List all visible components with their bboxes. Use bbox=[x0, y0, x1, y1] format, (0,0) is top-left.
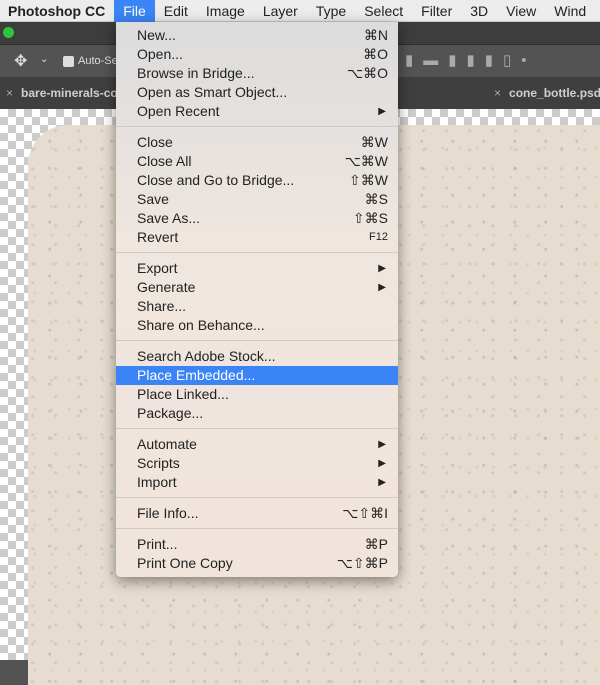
submenu-arrow-icon: ▶ bbox=[378, 282, 386, 293]
shortcut: ⌥⌘W bbox=[344, 153, 388, 169]
document-tab[interactable]: × bare-minerals-co bbox=[0, 77, 119, 109]
menu-bar: Photoshop CC File Edit Image Layer Type Selec… bbox=[0, 0, 600, 22]
auto-select-checkbox[interactable] bbox=[63, 56, 74, 67]
menu-item-label: Import bbox=[137, 474, 177, 490]
menu-item-open-recent[interactable]: Open Recent ▶ bbox=[116, 102, 398, 121]
shortcut: ⌘N bbox=[363, 27, 388, 43]
menu-item-scripts[interactable]: Scripts ▶ bbox=[116, 454, 398, 473]
menu-item-share-on-behance[interactable]: Share on Behance... bbox=[116, 316, 398, 335]
menu-item-export[interactable]: Export ▶ bbox=[116, 259, 398, 278]
menu-item-open-as-smart-object[interactable]: Open as Smart Object... bbox=[116, 83, 398, 102]
menu-layer[interactable]: Layer bbox=[254, 0, 307, 22]
menu-item-close[interactable]: Close ⌘W bbox=[116, 133, 398, 152]
menu-item-label: Search Adobe Stock... bbox=[137, 348, 276, 364]
menu-item-package[interactable]: Package... bbox=[116, 404, 398, 423]
tab-label: bare-minerals-co bbox=[21, 86, 118, 100]
shortcut: ⌥⌘O bbox=[346, 65, 388, 81]
menu-item-search-adobe-stock[interactable]: Search Adobe Stock... bbox=[116, 347, 398, 366]
submenu-arrow-icon: ▶ bbox=[378, 439, 386, 450]
menu-3d[interactable]: 3D bbox=[461, 0, 497, 22]
menu-file[interactable]: File bbox=[114, 0, 155, 22]
app-menu[interactable]: Photoshop CC bbox=[0, 0, 114, 22]
menu-wind[interactable]: Wind bbox=[545, 0, 595, 22]
document-tab[interactable]: × cone_bottle.psd bbox=[488, 77, 600, 109]
menu-separator bbox=[116, 528, 398, 529]
menu-item-label: Place Embedded... bbox=[137, 367, 256, 383]
menu-item-label: Share... bbox=[137, 298, 187, 314]
align-icons[interactable]: ▮▬▮▮▮▯• bbox=[405, 51, 537, 69]
menu-item-open[interactable]: Open... ⌘O bbox=[116, 45, 398, 64]
menu-item-save-as[interactable]: Save As... ⇧⌘S bbox=[116, 209, 398, 228]
menu-item-automate[interactable]: Automate ▶ bbox=[116, 435, 398, 454]
tab-label: cone_bottle.psd bbox=[509, 86, 600, 100]
menu-item-label: Save As... bbox=[137, 210, 201, 226]
window-zoom-button[interactable] bbox=[3, 27, 14, 38]
menu-view[interactable]: View bbox=[497, 0, 545, 22]
shortcut: ⌘P bbox=[364, 536, 388, 552]
menu-type[interactable]: Type bbox=[307, 0, 355, 22]
shortcut: ⌘W bbox=[360, 134, 388, 150]
menu-item-label: Scripts bbox=[137, 455, 180, 471]
chevron-down-icon[interactable]: ⌄ bbox=[40, 54, 48, 65]
menu-item-share[interactable]: Share... bbox=[116, 297, 398, 316]
submenu-arrow-icon: ▶ bbox=[378, 477, 386, 488]
menu-item-print-one-copy[interactable]: Print One Copy ⌥⇧⌘P bbox=[116, 554, 398, 573]
menu-item-label: Revert bbox=[137, 229, 179, 245]
shortcut: ⌘S bbox=[364, 191, 388, 207]
submenu-arrow-icon: ▶ bbox=[378, 106, 386, 117]
menu-item-place-embedded[interactable]: Place Embedded... bbox=[116, 366, 398, 385]
file-menu: New... ⌘N Open... ⌘O Browse in Bridge... ⌥⌘O O… bbox=[116, 22, 398, 577]
menu-item-revert[interactable]: Revert F12 bbox=[116, 228, 398, 247]
menu-select[interactable]: Select bbox=[355, 0, 412, 22]
menu-item-label: Open... bbox=[137, 46, 183, 62]
shortcut: ⇧⌘S bbox=[352, 210, 388, 226]
submenu-arrow-icon: ▶ bbox=[378, 263, 386, 274]
menu-item-label: Print... bbox=[137, 536, 178, 552]
menu-separator bbox=[116, 126, 398, 127]
shortcut: F12 bbox=[369, 231, 388, 243]
menu-item-label: Close bbox=[137, 134, 173, 150]
menu-item-label: Close and Go to Bridge... bbox=[137, 172, 295, 188]
menu-item-label: Open Recent bbox=[137, 103, 220, 119]
menu-item-label: Place Linked... bbox=[137, 386, 229, 402]
menu-separator bbox=[116, 497, 398, 498]
shortcut: ⌥⇧⌘P bbox=[336, 555, 388, 571]
menu-item-browse-in-bridge[interactable]: Browse in Bridge... ⌥⌘O bbox=[116, 64, 398, 83]
menu-item-save[interactable]: Save ⌘S bbox=[116, 190, 398, 209]
menu-item-label: Open as Smart Object... bbox=[137, 84, 288, 100]
menu-separator bbox=[116, 340, 398, 341]
menu-item-label: Package... bbox=[137, 405, 204, 421]
shortcut: ⇧⌘W bbox=[349, 172, 388, 188]
menu-item-new[interactable]: New... ⌘N bbox=[116, 26, 398, 45]
menu-item-import[interactable]: Import ▶ bbox=[116, 473, 398, 492]
menu-item-label: File Info... bbox=[137, 505, 199, 521]
menu-item-label: Save bbox=[137, 191, 169, 207]
menu-item-generate[interactable]: Generate ▶ bbox=[116, 278, 398, 297]
menu-item-place-linked[interactable]: Place Linked... bbox=[116, 385, 398, 404]
submenu-arrow-icon: ▶ bbox=[378, 458, 386, 469]
shortcut: ⌥⇧⌘I bbox=[342, 505, 388, 521]
menu-item-close-and-go-to-bridge[interactable]: Close and Go to Bridge... ⇧⌘W bbox=[116, 171, 398, 190]
move-tool-icon[interactable]: ✥ bbox=[14, 51, 27, 71]
menu-item-close-all[interactable]: Close All ⌥⌘W bbox=[116, 152, 398, 171]
menu-item-label: Browse in Bridge... bbox=[137, 65, 255, 81]
menu-item-file-info[interactable]: File Info... ⌥⇧⌘I bbox=[116, 504, 398, 523]
auto-select-label: Auto-Se bbox=[78, 55, 118, 67]
menu-item-label: Automate bbox=[137, 436, 197, 452]
menu-separator bbox=[116, 252, 398, 253]
menu-item-label: Close All bbox=[137, 153, 192, 169]
menu-edit[interactable]: Edit bbox=[155, 0, 197, 22]
menu-item-label: Print One Copy bbox=[137, 555, 233, 571]
menu-item-label: New... bbox=[137, 27, 176, 43]
menu-separator bbox=[116, 428, 398, 429]
menu-filter[interactable]: Filter bbox=[412, 0, 461, 22]
menu-item-label: Export bbox=[137, 260, 178, 276]
menu-item-print[interactable]: Print... ⌘P bbox=[116, 535, 398, 554]
close-tab-icon[interactable]: × bbox=[6, 86, 13, 100]
menu-item-label: Share on Behance... bbox=[137, 317, 265, 333]
menu-image[interactable]: Image bbox=[197, 0, 254, 22]
menu-item-label: Generate bbox=[137, 279, 196, 295]
shortcut: ⌘O bbox=[363, 46, 388, 62]
close-tab-icon[interactable]: × bbox=[494, 86, 501, 100]
